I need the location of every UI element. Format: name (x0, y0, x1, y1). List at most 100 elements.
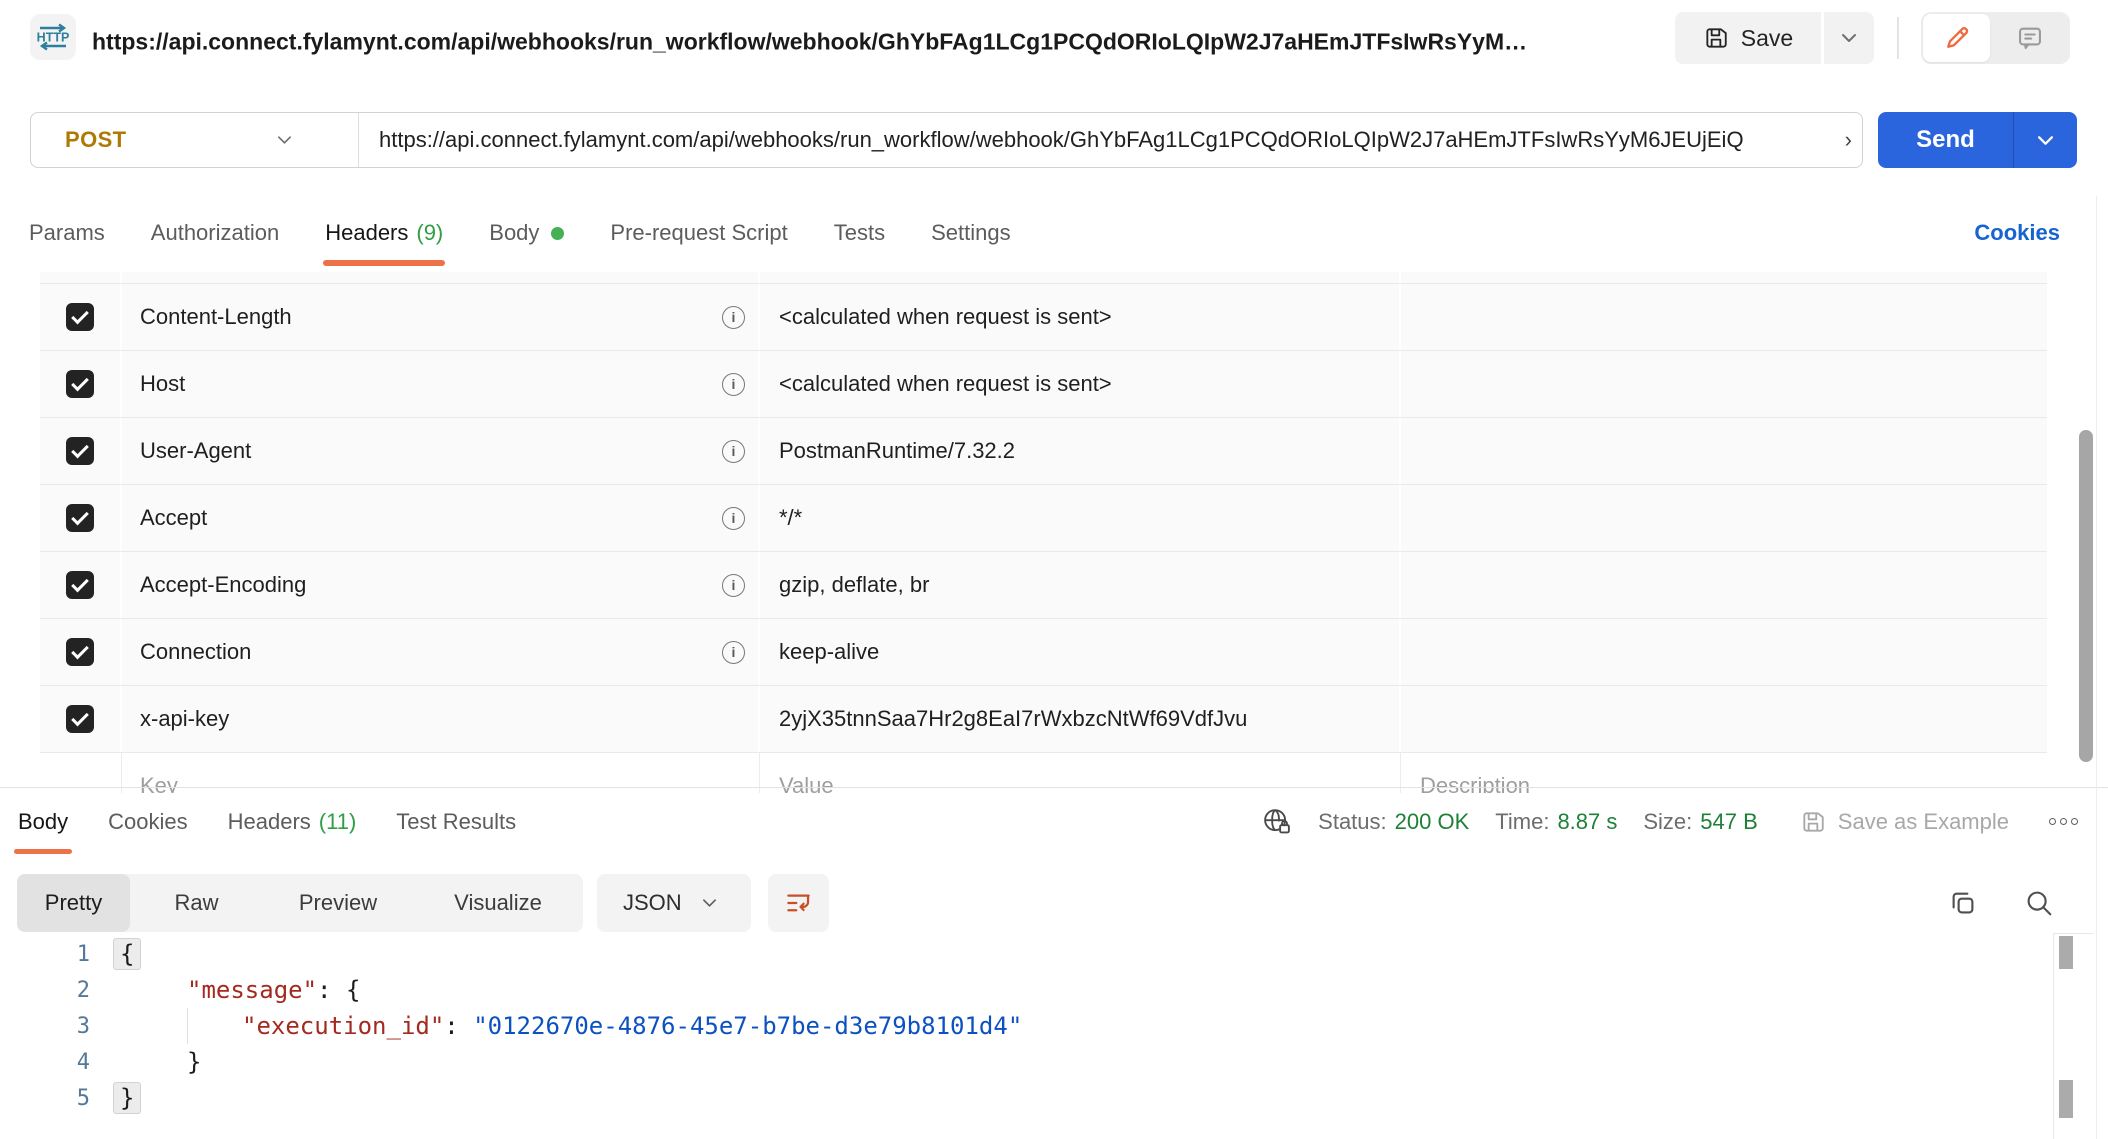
response-scrollbar-thumb[interactable] (2059, 936, 2073, 969)
response-body-editor: 1 { 2 "message": { 3 "execution_id": "01… (0, 936, 2040, 1116)
url-overflow-indicator: › (1843, 127, 1852, 153)
save-button-group: Save (1675, 12, 1874, 64)
view-tab-visualize[interactable]: Visualize (413, 874, 583, 932)
header-key: x-api-key (140, 706, 229, 732)
fold-marker[interactable]: } (113, 1082, 141, 1114)
line-number: 3 (0, 1014, 90, 1039)
tab-headers[interactable]: Headers (9) (325, 196, 443, 270)
line-number: 2 (0, 978, 90, 1003)
http-badge-text: HTTP (37, 31, 70, 45)
save-button-label: Save (1741, 25, 1793, 52)
header-description[interactable] (1401, 485, 2047, 551)
tab-pre-request-script[interactable]: Pre-request Script (610, 196, 787, 270)
header-description[interactable] (1401, 418, 2047, 484)
header-key: Content-Length (140, 304, 292, 330)
info-icon[interactable] (722, 306, 745, 329)
wrap-lines-icon (785, 890, 812, 917)
table-row: User-Agent PostmanRuntime/7.32.2 (40, 418, 2047, 485)
main-scrollbar-thumb[interactable] (2079, 430, 2093, 762)
checkbox-checked-icon[interactable] (66, 638, 94, 666)
chevron-down-icon (277, 135, 292, 145)
response-size: Size: 547 B (1643, 809, 1757, 835)
header-description[interactable] (1401, 619, 2047, 685)
comments-button[interactable] (1990, 12, 2070, 64)
header-value: PostmanRuntime/7.32.2 (779, 438, 1015, 464)
view-tab-pretty[interactable]: Pretty (17, 874, 130, 932)
url-input[interactable]: https://api.connect.fylamynt.com/api/web… (358, 113, 1862, 167)
editor-scrollbar-thumb[interactable] (2059, 1080, 2073, 1118)
header-value: <calculated when request is sent> (779, 304, 1112, 330)
view-tab-raw[interactable]: Raw (130, 874, 263, 932)
save-options-button[interactable] (1824, 12, 1874, 64)
table-row: Connection keep-alive (40, 619, 2047, 686)
request-title-url: https://api.connect.fylamynt.com/api/web… (92, 29, 1527, 56)
code-line: 1 { (0, 936, 2040, 972)
save-as-example-label: Save as Example (1838, 809, 2009, 835)
checkbox-checked-icon[interactable] (66, 504, 94, 532)
edit-comment-toggle-group (1921, 12, 2070, 64)
send-button[interactable]: Send (1878, 112, 2013, 168)
comment-icon (2016, 24, 2044, 52)
response-scrollbar-border (2053, 933, 2093, 934)
checkbox-checked-icon[interactable] (66, 437, 94, 465)
floppy-icon (1800, 809, 1826, 835)
floppy-icon (1703, 25, 1729, 51)
method-select[interactable]: POST (31, 113, 358, 167)
code-line: 3 "execution_id": "0122670e-4876-45e7-b7… (0, 1008, 2040, 1044)
info-icon[interactable] (722, 641, 745, 664)
copy-response-button[interactable] (1940, 874, 1986, 932)
header-description[interactable] (1401, 686, 2047, 752)
chevron-down-icon (1841, 33, 1857, 43)
checkbox-checked-icon[interactable] (66, 571, 94, 599)
tab-authorization[interactable]: Authorization (151, 196, 279, 270)
topbar-divider (1897, 17, 1899, 59)
edit-mode-button[interactable] (1923, 14, 1990, 62)
request-tabs: Params Authorization Headers (9) Body Pr… (29, 196, 1011, 270)
tab-settings[interactable]: Settings (931, 196, 1011, 270)
header-value: gzip, deflate, br (779, 572, 929, 598)
checkbox-checked-icon[interactable] (66, 303, 94, 331)
network-globe-lock-icon[interactable] (1262, 807, 1292, 837)
tab-body[interactable]: Body (489, 196, 564, 270)
tab-params[interactable]: Params (29, 196, 105, 270)
headers-table: Content-Length <calculated when request … (40, 272, 2047, 793)
checkbox-checked-icon[interactable] (66, 705, 94, 733)
table-row: Content-Length <calculated when request … (40, 284, 2047, 351)
wrap-lines-button[interactable] (768, 874, 829, 932)
header-value: 2yjX35tnnSaa7Hr2g8EaI7rWxbzcNtWf69VdfJvu (779, 706, 1247, 732)
cookies-link[interactable]: Cookies (1974, 196, 2060, 270)
info-icon[interactable] (722, 574, 745, 597)
header-value: keep-alive (779, 639, 879, 665)
response-format-select[interactable]: JSON (597, 874, 751, 932)
header-description[interactable] (1401, 552, 2047, 618)
save-button[interactable]: Save (1675, 12, 1821, 64)
chevron-down-icon (2037, 135, 2054, 146)
response-tab-cookies[interactable]: Cookies (104, 788, 191, 855)
search-response-button[interactable] (2014, 874, 2064, 932)
format-select-value: JSON (623, 890, 682, 916)
header-description[interactable] (1401, 284, 2047, 350)
table-row: Accept-Encoding gzip, deflate, br (40, 552, 2047, 619)
header-description[interactable] (1401, 351, 2047, 417)
info-icon[interactable] (722, 440, 745, 463)
info-icon[interactable] (722, 507, 745, 530)
more-options-icon[interactable] (2049, 818, 2078, 825)
size-value: 547 B (1700, 809, 1758, 835)
info-icon[interactable] (722, 373, 745, 396)
header-key: Host (140, 371, 185, 397)
table-row: Accept */* (40, 485, 2047, 552)
headers-count-badge: (9) (416, 220, 443, 246)
tab-tests[interactable]: Tests (834, 196, 885, 270)
pencil-icon (1943, 24, 1971, 52)
fold-marker[interactable]: { (113, 938, 141, 970)
response-tab-body[interactable]: Body (14, 788, 72, 855)
response-tab-test-results[interactable]: Test Results (392, 788, 520, 855)
response-tab-headers[interactable]: Headers (11) (224, 788, 361, 855)
send-button-label: Send (1916, 126, 1975, 154)
header-key: User-Agent (140, 438, 251, 464)
view-tab-preview[interactable]: Preview (263, 874, 413, 932)
checkbox-checked-icon[interactable] (66, 370, 94, 398)
header-value: <calculated when request is sent> (779, 371, 1112, 397)
save-as-example-button[interactable]: Save as Example (1800, 809, 2009, 835)
send-options-button[interactable] (2014, 112, 2077, 168)
